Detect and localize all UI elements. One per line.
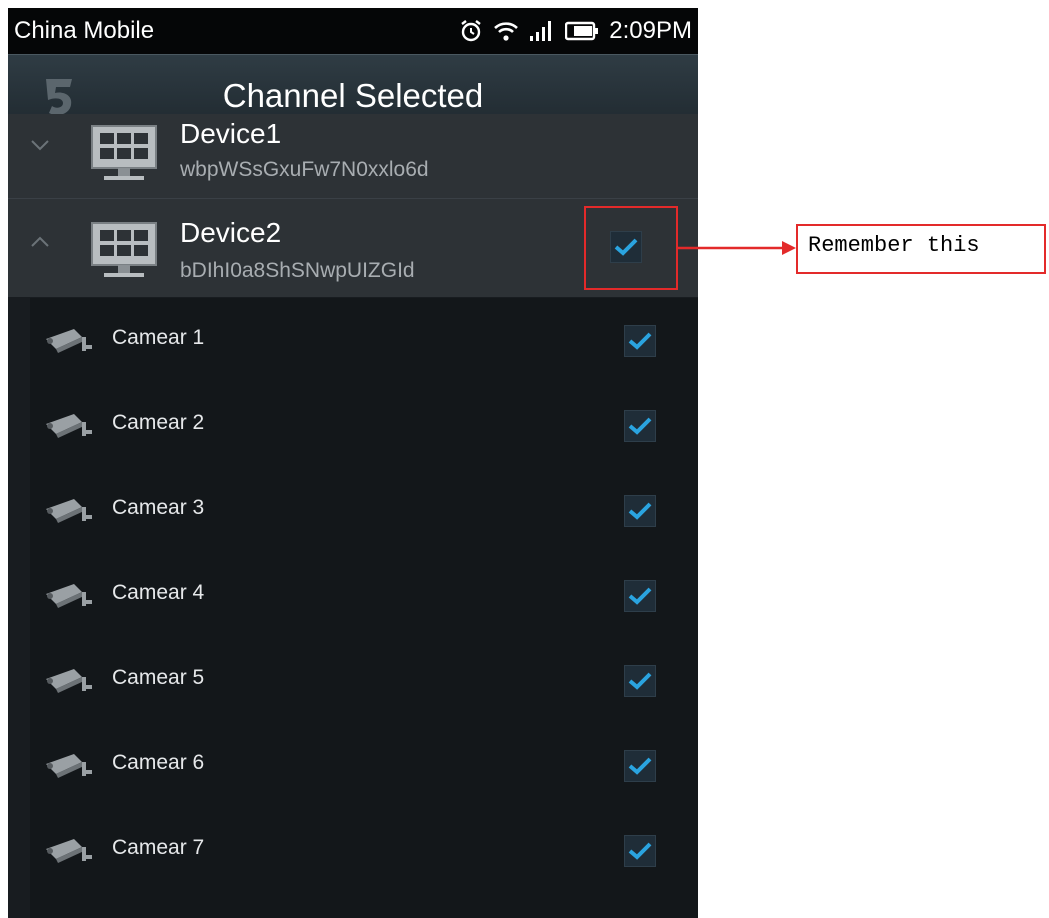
- camera-row[interactable]: Camear 1: [30, 298, 698, 383]
- device-row-device1[interactable]: Device1 wbpWSsGxuFw7N0xxlo6d: [8, 114, 698, 198]
- device-serial: bDIhI0a8ShSNwpUIZGId: [180, 259, 415, 282]
- camera-icon: [44, 495, 94, 532]
- camera-checkbox[interactable]: [624, 835, 656, 867]
- monitor-icon: [88, 221, 160, 286]
- camera-checkbox[interactable]: [624, 580, 656, 612]
- camera-label: Camear 7: [112, 836, 205, 859]
- status-bar: China Mobile 2:09PM: [8, 8, 698, 54]
- camera-icon: [44, 325, 94, 362]
- camera-icon: [44, 410, 94, 447]
- camera-checkbox[interactable]: [624, 750, 656, 782]
- device-serial: wbpWSsGxuFw7N0xxlo6d: [180, 158, 429, 181]
- device-name: Device2: [180, 217, 282, 248]
- monitor-icon: [88, 124, 160, 189]
- camera-label: Camear 4: [112, 581, 205, 604]
- wifi-icon: [493, 19, 519, 43]
- device-name: Device1: [180, 118, 282, 149]
- camera-icon: [44, 835, 94, 872]
- camera-icon: [44, 580, 94, 617]
- carrier-name: China Mobile: [14, 17, 155, 44]
- camera-row[interactable]: Camear 7: [30, 808, 698, 893]
- camera-label: Camear 6: [112, 751, 205, 774]
- chevron-down-icon[interactable]: [30, 138, 50, 156]
- camera-checkbox[interactable]: [624, 665, 656, 697]
- camera-icon: [44, 665, 94, 702]
- camera-row[interactable]: Camear 6: [30, 723, 698, 808]
- signal-icon: [529, 20, 555, 42]
- chevron-up-icon[interactable]: [30, 235, 50, 253]
- camera-label: Camear 3: [112, 496, 205, 519]
- clock-time: 2:09PM: [609, 17, 692, 44]
- phone-screen: China Mobile 2:09PM Channel Selected Dev…: [8, 8, 698, 918]
- battery-icon: [565, 21, 599, 41]
- alarm-icon: [459, 19, 483, 43]
- camera-label: Camear 1: [112, 326, 205, 349]
- highlight-box: [584, 206, 678, 290]
- camera-row[interactable]: Camear 5: [30, 638, 698, 723]
- callout-label: Remember this: [796, 224, 1046, 274]
- camera-label: Camear 5: [112, 666, 205, 689]
- camera-list: Camear 1 Camear 2 Camear 3 Camear 4 Camear 5…: [30, 298, 698, 918]
- camera-checkbox[interactable]: [624, 410, 656, 442]
- camera-checkbox[interactable]: [624, 495, 656, 527]
- status-icons: 2:09PM: [459, 17, 692, 45]
- page-title: Channel Selected: [222, 77, 484, 114]
- camera-row[interactable]: Camear 2: [30, 383, 698, 468]
- camera-icon: [44, 750, 94, 787]
- camera-label: Camear 2: [112, 411, 205, 434]
- camera-row[interactable]: Camear 4: [30, 553, 698, 638]
- camera-checkbox[interactable]: [624, 325, 656, 357]
- camera-row[interactable]: Camear 3: [30, 468, 698, 553]
